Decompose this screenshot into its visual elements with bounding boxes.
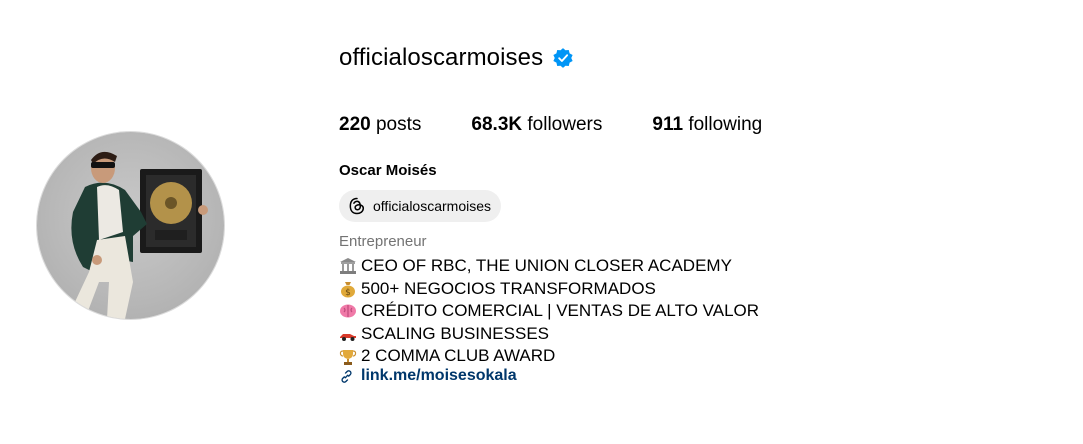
bio-text: CEO OF RBC, THE UNION CLOSER ACADEMY [361, 256, 732, 275]
following-count: 911 [652, 114, 684, 135]
threads-icon [347, 196, 367, 216]
money-bag-icon: $ [339, 280, 357, 298]
followers-stat[interactable]: 68.3K followers [471, 114, 602, 136]
bio-line: SCALING BUSINESSES [339, 323, 759, 346]
bio-text: CRÉDITO COMERCIAL | VENTAS DE ALTO VALOR [361, 301, 760, 321]
threads-link-button[interactable]: officialoscarmoises [339, 190, 502, 222]
bio-text: 500+ NEGOCIOS TRANSFORMADOS [361, 278, 656, 298]
profile-category: Entrepreneur [339, 233, 427, 250]
external-link[interactable]: link.me/moisesokala [339, 367, 517, 385]
classical-building-icon [339, 257, 357, 275]
username: officialoscarmoises [339, 44, 544, 71]
bio-line: $ 500+ NEGOCIOS TRANSFORMADOS [339, 278, 759, 301]
bio: CEO OF RBC, THE UNION CLOSER ACADEMY $ 5… [339, 255, 759, 368]
brain-icon [339, 302, 357, 320]
profile-avatar[interactable] [37, 132, 224, 319]
posts-stat[interactable]: 220 posts [339, 114, 421, 136]
following-label: following [688, 114, 763, 135]
race-car-icon [339, 325, 357, 343]
svg-text:$: $ [345, 288, 351, 298]
trophy-icon [339, 348, 357, 366]
verified-badge-icon [552, 47, 574, 69]
profile-stats: 220 posts 68.3K followers 911 following [339, 114, 812, 136]
bio-line: CEO OF RBC, THE UNION CLOSER ACADEMY [339, 255, 759, 278]
link-text[interactable]: link.me/moisesokala [361, 367, 517, 385]
avatar-photo [67, 151, 208, 319]
bio-line: CRÉDITO COMERCIAL | VENTAS DE ALTO VALOR [339, 300, 759, 323]
username-row: officialoscarmoises [339, 44, 574, 72]
threads-handle: officialoscarmoises [373, 198, 492, 214]
full-name: Oscar Moisés [339, 162, 437, 179]
bio-line: 2 COMMA CLUB AWARD [339, 345, 759, 368]
bio-text: 2 COMMA CLUB AWARD [361, 346, 556, 366]
posts-label: posts [375, 114, 422, 135]
followers-count: 68.3K [471, 114, 523, 135]
posts-count: 220 [339, 114, 371, 135]
following-stat[interactable]: 911 following [652, 114, 762, 136]
profile-header: officialoscarmoises 220 posts 68.3K foll… [0, 0, 1083, 444]
bio-text: SCALING BUSINESSES [361, 323, 550, 343]
followers-label: followers [527, 114, 603, 135]
link-icon [339, 369, 354, 384]
